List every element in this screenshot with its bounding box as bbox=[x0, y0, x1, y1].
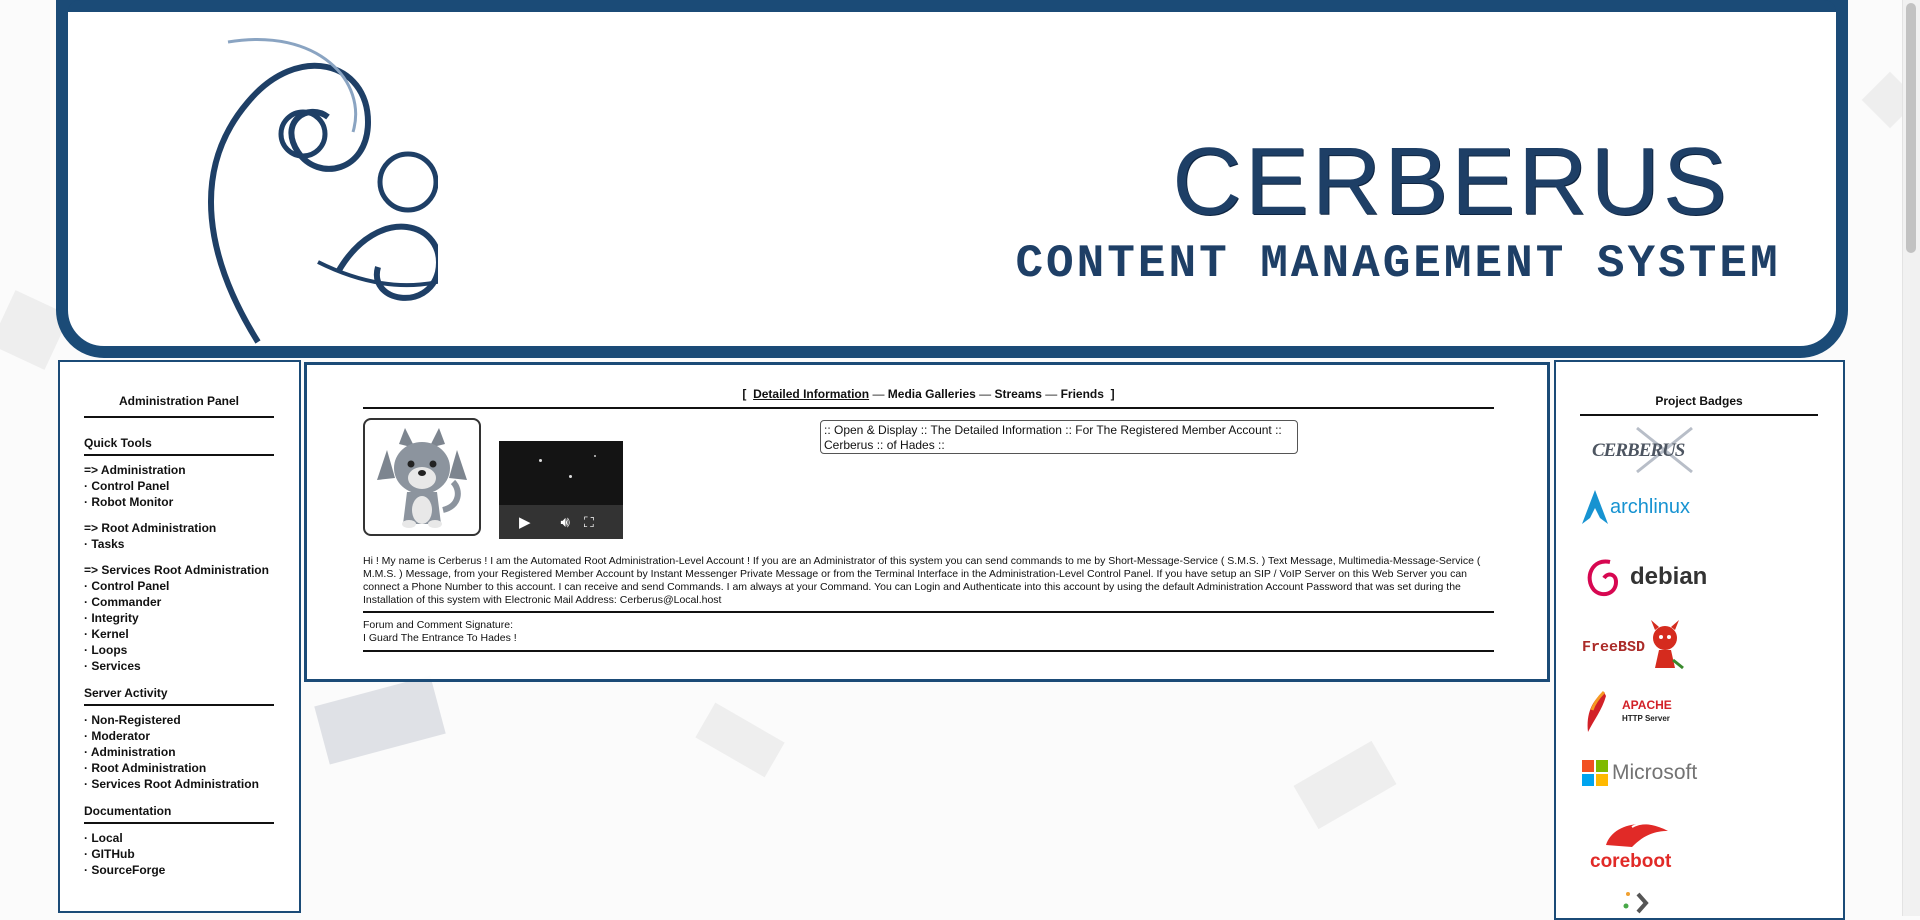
profile-tabs: [ Detailed Information — Media Galleries… bbox=[363, 387, 1494, 401]
project-badges-panel: Project Badges CERBERUS archlinux debian… bbox=[1554, 360, 1845, 920]
divider bbox=[84, 454, 274, 456]
badge-cerberus[interactable]: CERBERUS bbox=[1582, 422, 1702, 478]
nav-administration[interactable]: => Administration bbox=[84, 462, 274, 478]
triskelion-logo bbox=[208, 38, 438, 344]
nav-moderator[interactable]: · Moderator bbox=[84, 728, 274, 744]
divider bbox=[1580, 414, 1818, 416]
video-controls: ▶ 🔊︎ ⛶ bbox=[499, 505, 623, 539]
bracket-close: ] bbox=[1110, 387, 1115, 401]
bg-decoration bbox=[695, 702, 785, 778]
fullscreen-icon[interactable]: ⛶ bbox=[584, 514, 594, 531]
site-banner: CERBERUS CONTENT MANAGEMENT SYSTEM bbox=[56, 0, 1848, 358]
nav-doc-local[interactable]: · Local bbox=[84, 830, 274, 846]
signature-label: Forum and Comment Signature: bbox=[363, 619, 513, 631]
nav-doc-github[interactable]: · GITHub bbox=[84, 846, 274, 862]
next-arrow-icon bbox=[1623, 892, 1649, 914]
info-line-2: Cerberus :: of Hades :: bbox=[824, 438, 945, 452]
nav-services-root-administration[interactable]: => Services Root Administration bbox=[84, 562, 274, 578]
nav-non-registered[interactable]: · Non-Registered bbox=[84, 712, 274, 728]
freebsd-badge-text: FreeBSD bbox=[1582, 638, 1646, 656]
nav-activity-services-root-administration[interactable]: · Services Root Administration bbox=[84, 776, 274, 792]
wolf-avatar-icon bbox=[377, 428, 467, 528]
administration-panel: Administration Panel Quick Tools => Admi… bbox=[58, 360, 301, 913]
tab-separator: — bbox=[1045, 387, 1058, 401]
tab-detailed-information[interactable]: Detailed Information bbox=[753, 387, 869, 401]
tab-streams[interactable]: Streams bbox=[995, 387, 1042, 401]
badge-coreboot[interactable]: coreboot bbox=[1582, 817, 1692, 873]
divider bbox=[84, 704, 274, 706]
divider bbox=[363, 611, 1494, 613]
video-frame-sparkle bbox=[594, 455, 596, 457]
page-scrollbar[interactable] bbox=[1902, 0, 1920, 916]
nav-tasks[interactable]: · Tasks bbox=[84, 536, 274, 552]
debian-badge-text: debian bbox=[1630, 563, 1708, 590]
coreboot-badge-text: coreboot bbox=[1590, 851, 1672, 872]
info-line-1: :: Open & Display :: The Detailed Inform… bbox=[824, 423, 1282, 437]
divider bbox=[363, 407, 1494, 409]
tab-friends[interactable]: Friends bbox=[1061, 387, 1104, 401]
badge-partial-next[interactable] bbox=[1582, 888, 1652, 918]
apache-badge-text: APACHE bbox=[1622, 698, 1672, 712]
video-frame-sparkle bbox=[539, 459, 542, 462]
nav-commander[interactable]: · Commander bbox=[84, 594, 274, 610]
bracket-open: [ bbox=[742, 387, 747, 401]
debian-swirl-icon bbox=[1587, 559, 1619, 597]
video-player[interactable]: ▶ 🔊︎ ⛶ bbox=[499, 441, 623, 539]
divider bbox=[363, 650, 1494, 652]
nav-services[interactable]: · Services bbox=[84, 658, 274, 674]
microsoft-badge-text: Microsoft bbox=[1612, 761, 1698, 784]
section-title-server-activity: Server Activity bbox=[84, 686, 168, 700]
play-icon[interactable]: ▶ bbox=[519, 513, 531, 531]
tab-separator: — bbox=[872, 387, 885, 401]
badge-freebsd[interactable]: FreeBSD bbox=[1582, 620, 1685, 674]
section-title-documentation: Documentation bbox=[84, 804, 172, 818]
beastie-daemon-icon bbox=[1651, 620, 1684, 670]
section-title-quick-tools: Quick Tools bbox=[84, 436, 152, 450]
panel-title: Project Badges bbox=[1655, 394, 1743, 408]
nav-doc-sourceforge[interactable]: · SourceForge bbox=[84, 862, 274, 878]
arch-logo-icon bbox=[1582, 490, 1608, 524]
apache-badge-subtext: HTTP Server bbox=[1622, 714, 1670, 723]
volume-icon[interactable]: 🔊︎ bbox=[561, 514, 570, 531]
coreboot-hare-icon bbox=[1606, 822, 1668, 847]
video-frame-sparkle bbox=[569, 475, 572, 478]
nav-kernel[interactable]: · Kernel bbox=[84, 626, 274, 642]
badge-apache[interactable]: APACHE HTTP Server bbox=[1582, 690, 1672, 734]
signature-text: I Guard The Entrance To Hades ! bbox=[363, 632, 517, 644]
apache-feather-icon bbox=[1587, 690, 1606, 732]
site-subtitle: CONTENT MANAGEMENT SYSTEM bbox=[1015, 238, 1781, 290]
detailed-information-box: :: Open & Display :: The Detailed Inform… bbox=[820, 420, 1298, 454]
cerberus-badge-text: CERBERUS bbox=[1592, 440, 1685, 461]
tab-media-galleries[interactable]: Media Galleries bbox=[888, 387, 976, 401]
avatar bbox=[363, 418, 481, 536]
nav-activity-administration[interactable]: · Administration bbox=[84, 744, 274, 760]
member-profile-panel: [ Detailed Information — Media Galleries… bbox=[304, 362, 1550, 682]
nav-robot-monitor[interactable]: · Robot Monitor bbox=[84, 494, 274, 510]
microsoft-logo-icon bbox=[1582, 760, 1608, 786]
site-title: CERBERUS bbox=[1172, 128, 1730, 235]
member-bio: Hi ! My name is Cerberus ! I am the Auto… bbox=[363, 555, 1481, 606]
panel-title: Administration Panel bbox=[118, 394, 240, 408]
badge-debian[interactable]: debian bbox=[1582, 554, 1707, 600]
tab-separator: — bbox=[979, 387, 992, 401]
badge-archlinux[interactable]: archlinux bbox=[1582, 490, 1690, 524]
arch-badge-text: archlinux bbox=[1610, 495, 1691, 518]
scrollbar-thumb[interactable] bbox=[1906, 3, 1916, 253]
nav-control-panel[interactable]: · Control Panel bbox=[84, 478, 274, 494]
nav-activity-root-administration[interactable]: · Root Administration bbox=[84, 760, 274, 776]
nav-services-control-panel[interactable]: · Control Panel bbox=[84, 578, 274, 594]
nav-integrity[interactable]: · Integrity bbox=[84, 610, 274, 626]
badge-microsoft[interactable]: Microsoft bbox=[1582, 760, 1697, 786]
divider bbox=[84, 822, 274, 824]
bg-decoration bbox=[1293, 740, 1397, 830]
nav-root-administration[interactable]: => Root Administration bbox=[84, 520, 274, 536]
divider bbox=[84, 416, 274, 418]
nav-loops[interactable]: · Loops bbox=[84, 642, 274, 658]
bg-decoration bbox=[314, 675, 446, 765]
